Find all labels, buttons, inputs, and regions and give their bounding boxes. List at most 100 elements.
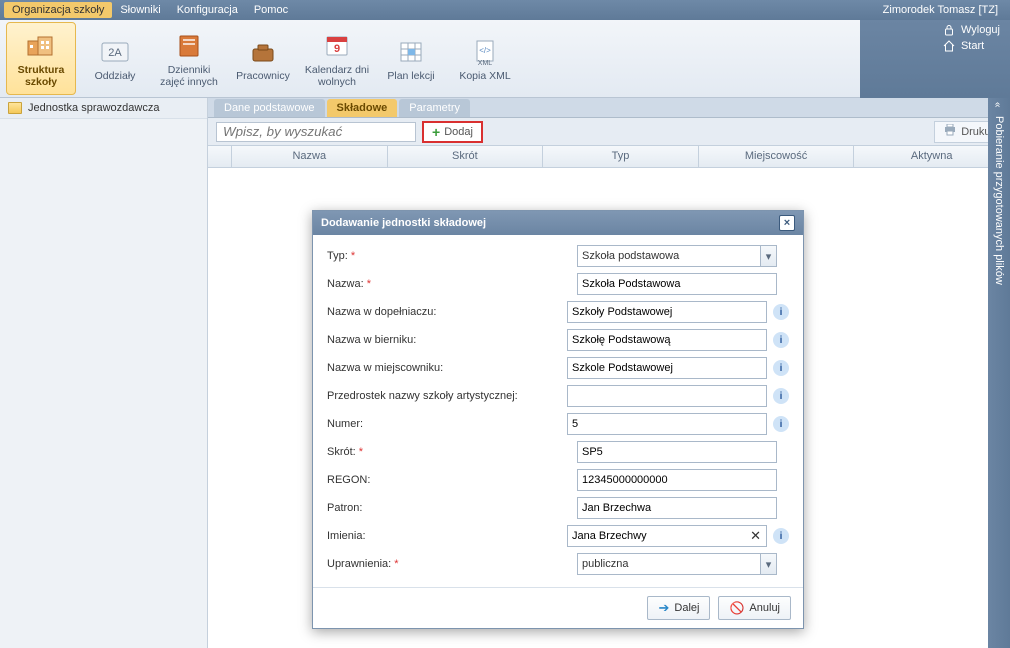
svg-text:XML: XML	[478, 60, 493, 67]
search-input[interactable]	[216, 122, 416, 142]
calendar-icon: 9	[320, 29, 354, 63]
input-regon[interactable]	[577, 469, 777, 491]
info-icon[interactable]: i	[773, 304, 789, 320]
chevron-down-icon: ▾	[760, 554, 776, 574]
menu-organizacja[interactable]: Organizacja szkoły	[4, 2, 112, 18]
required-star: *	[351, 250, 355, 262]
field-nazwa: Nazwa: *	[327, 273, 789, 295]
info-icon[interactable]: i	[773, 332, 789, 348]
input-imienia[interactable]	[567, 525, 767, 547]
svg-text:9: 9	[334, 43, 340, 55]
select-uprawnienia[interactable]: publiczna ▾	[577, 553, 777, 575]
menu-konfiguracja[interactable]: Konfiguracja	[169, 2, 246, 18]
label-biernik: Nazwa w bierniku:	[327, 334, 416, 346]
cancel-label: Anuluj	[749, 602, 780, 614]
ribbon-kalendarz[interactable]: 9 Kalendarz dni wolnych	[302, 22, 372, 95]
ribbon-kalendarz-label: Kalendarz dni wolnych	[304, 65, 370, 88]
school-structure-icon	[24, 29, 58, 63]
col-miejscowosc[interactable]: Miejscowość	[699, 146, 855, 167]
select-typ[interactable]: Szkoła podstawowa ▾	[577, 245, 777, 267]
field-imienia: Imienia: ✕ i	[327, 525, 789, 547]
col-typ[interactable]: Typ	[543, 146, 699, 167]
field-patron: Patron:	[327, 497, 789, 519]
logout-link[interactable]: Wyloguj	[943, 24, 1000, 36]
tab-dane[interactable]: Dane podstawowe	[214, 99, 325, 117]
field-przedrostek: Przedrostek nazwy szkoły artystycznej: i	[327, 385, 789, 407]
tab-parametry[interactable]: Parametry	[399, 99, 470, 117]
label-imienia: Imienia:	[327, 530, 366, 542]
input-biernik[interactable]	[567, 329, 767, 351]
input-skrot[interactable]	[577, 441, 777, 463]
col-nazwa[interactable]: Nazwa	[232, 146, 388, 167]
start-link[interactable]: Start	[943, 40, 1000, 52]
input-nazwa[interactable]	[577, 273, 777, 295]
sidebar-item-label: Jednostka sprawozdawcza	[28, 102, 159, 114]
select-uprawnienia-value: publiczna	[582, 558, 628, 570]
modal-title-bar: Dodawanie jednostki składowej ×	[313, 211, 803, 235]
tab-row: Dane podstawowe Składowe Parametry	[208, 98, 1010, 118]
field-uprawnienia: Uprawnienia: * publiczna ▾	[327, 553, 789, 575]
tab-skladowe[interactable]: Składowe	[327, 99, 398, 117]
modal-body: Typ: * Szkoła podstawowa ▾ Nazwa: * Nazw…	[313, 235, 803, 587]
start-label: Start	[961, 40, 984, 52]
ribbon-xml[interactable]: XML</> Kopia XML	[450, 22, 520, 95]
arrow-right-icon: ➔	[658, 600, 669, 616]
input-miejscownik[interactable]	[567, 357, 767, 379]
label-dopelniacz: Nazwa w dopełniaczu:	[327, 306, 436, 318]
next-button[interactable]: ➔ Dalej	[647, 596, 710, 620]
label-uprawnienia: Uprawnienia:	[327, 558, 391, 570]
ribbon-structure[interactable]: Struktura szkoły	[6, 22, 76, 95]
field-skrot: Skrót: *	[327, 441, 789, 463]
ribbon-plan-label: Plan lekcji	[387, 71, 434, 83]
clear-icon[interactable]: ✕	[750, 528, 761, 544]
required-star: *	[394, 558, 398, 570]
current-user: Zimorodek Tomasz [TZ]	[875, 2, 1006, 18]
input-dopelniacz[interactable]	[567, 301, 767, 323]
col-skrot[interactable]: Skrót	[388, 146, 544, 167]
info-icon[interactable]: i	[773, 360, 789, 376]
ribbon-dzienniki[interactable]: Dzienniki zajęć innych	[154, 22, 224, 95]
ribbon-pracownicy[interactable]: Pracownicy	[228, 22, 298, 95]
input-przedrostek[interactable]	[567, 385, 767, 407]
xml-icon: XML </>	[468, 35, 502, 69]
label-patron: Patron:	[327, 502, 362, 514]
right-panel-collapsed[interactable]: « Pobieranie przygotowanych plików	[988, 98, 1010, 648]
input-numer[interactable]	[567, 413, 767, 435]
input-patron[interactable]	[577, 497, 777, 519]
required-star: *	[359, 446, 363, 458]
field-biernik: Nazwa w bierniku: i	[327, 329, 789, 351]
modal-add-unit: Dodawanie jednostki składowej × Typ: * S…	[312, 210, 804, 629]
label-przedrostek: Przedrostek nazwy szkoły artystycznej:	[327, 390, 518, 402]
employees-icon	[246, 35, 280, 69]
add-label: Dodaj	[444, 126, 473, 138]
info-icon[interactable]: i	[773, 528, 789, 544]
next-label: Dalej	[674, 602, 699, 614]
close-icon[interactable]: ×	[779, 215, 795, 231]
info-icon[interactable]: i	[773, 388, 789, 404]
label-miejscownik: Nazwa w miejscowniku:	[327, 362, 443, 374]
svg-text:</>: </>	[479, 46, 491, 55]
printer-icon	[943, 124, 957, 139]
add-button[interactable]: + Dodaj	[422, 121, 483, 143]
header-right-links: Wyloguj Start	[943, 24, 1000, 52]
menu-slowniki[interactable]: Słowniki	[112, 2, 168, 18]
sidebar-item-jednostka[interactable]: Jednostka sprawozdawcza	[0, 98, 207, 119]
folder-icon	[8, 102, 22, 114]
menu-pomoc[interactable]: Pomoc	[246, 2, 296, 18]
home-icon	[943, 40, 955, 52]
ribbon: Struktura szkoły 2A Oddziały Dzienniki z…	[0, 20, 860, 98]
ribbon-plan[interactable]: Plan lekcji	[376, 22, 446, 95]
modal-title: Dodawanie jednostki składowej	[321, 217, 486, 229]
info-icon[interactable]: i	[773, 416, 789, 432]
ribbon-oddzialy-label: Oddziały	[95, 71, 136, 83]
ribbon-structure-label: Struktura szkoły	[9, 65, 73, 88]
col-aktywna[interactable]: Aktywna	[854, 146, 1010, 167]
svg-text:2A: 2A	[108, 47, 122, 59]
cancel-button[interactable]: 🚫 Anuluj	[718, 596, 791, 620]
label-nazwa: Nazwa:	[327, 278, 364, 290]
ribbon-oddzialy[interactable]: 2A Oddziały	[80, 22, 150, 95]
plus-icon: +	[432, 124, 440, 140]
label-skrot: Skrót:	[327, 446, 356, 458]
journal-icon	[172, 29, 206, 63]
field-dopelniacz: Nazwa w dopełniaczu: i	[327, 301, 789, 323]
